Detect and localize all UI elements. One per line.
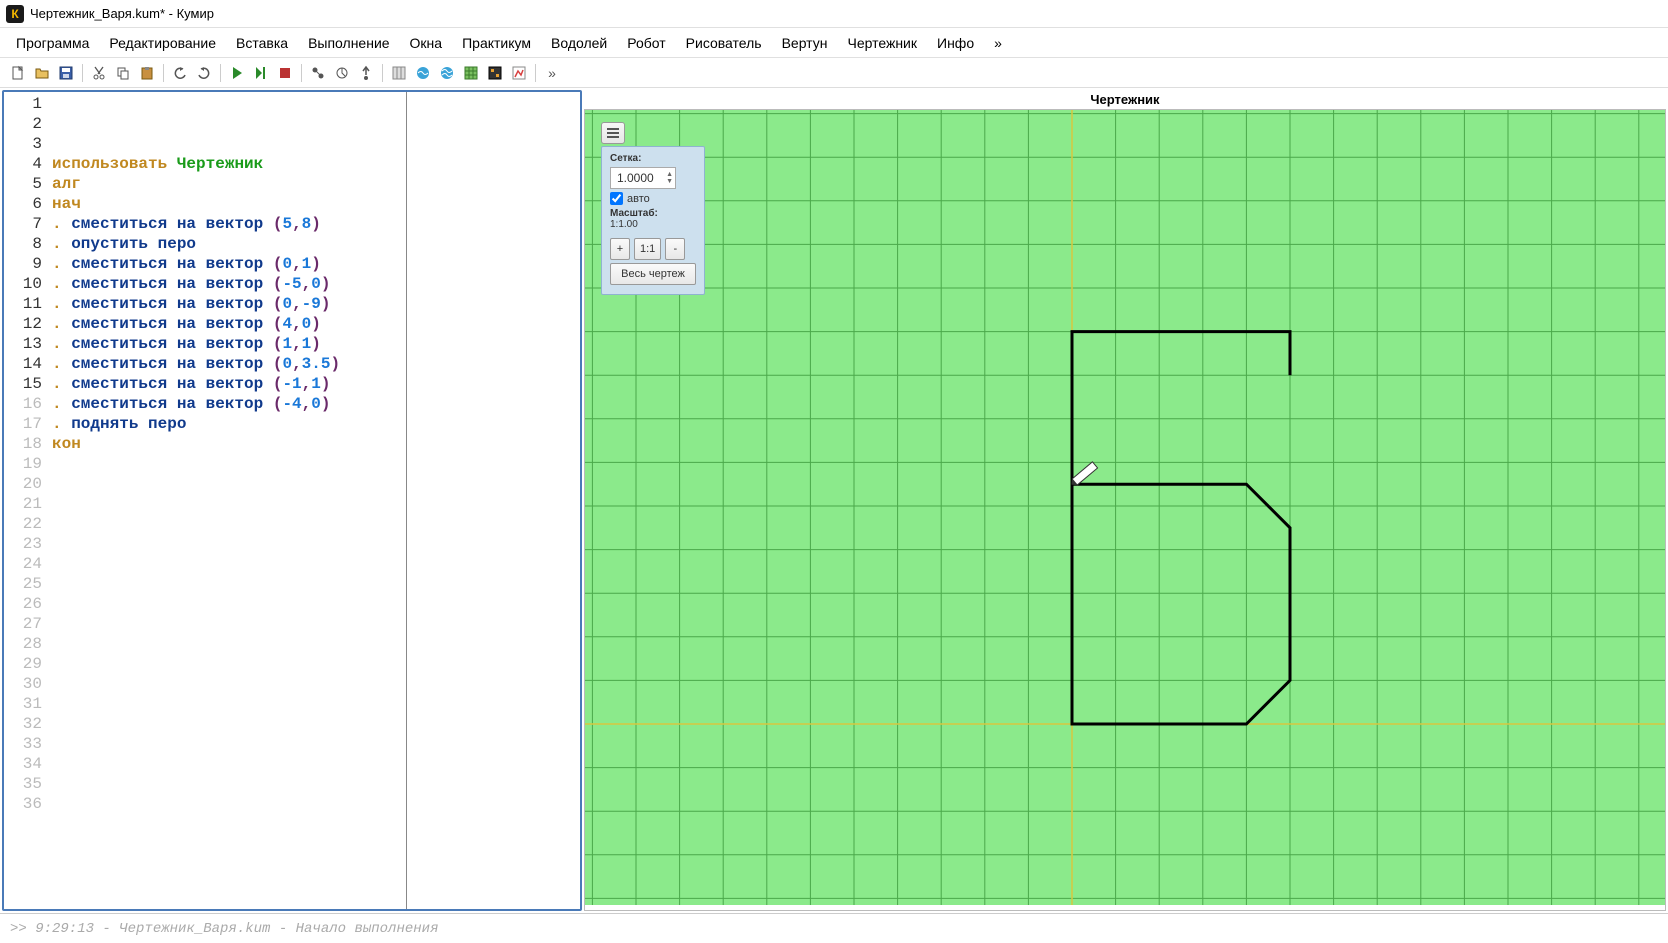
new-file-icon[interactable] bbox=[8, 63, 28, 83]
module-icon-6[interactable] bbox=[509, 63, 529, 83]
menu-водолей[interactable]: Водолей bbox=[543, 32, 615, 54]
code-text[interactable]: использовать Чертежникалгнач. сместиться… bbox=[48, 92, 580, 909]
grid-label: Сетка: bbox=[610, 153, 696, 164]
menu-редактирование[interactable]: Редактирование bbox=[101, 32, 224, 54]
run-icon[interactable] bbox=[227, 63, 247, 83]
control-panel: Сетка: 1.0000 ▲▼ авто Масштаб: 1:1.00 bbox=[601, 146, 705, 295]
menu-чертежник[interactable]: Чертежник bbox=[839, 32, 925, 54]
paste-icon[interactable] bbox=[137, 63, 157, 83]
copy-icon[interactable] bbox=[113, 63, 133, 83]
cut-icon[interactable] bbox=[89, 63, 109, 83]
scale-label: Масштаб: bbox=[610, 208, 696, 219]
menu-рисователь[interactable]: Рисователь bbox=[678, 32, 770, 54]
module-icon-4[interactable] bbox=[461, 63, 481, 83]
scale-value: 1:1.00 bbox=[610, 219, 696, 230]
open-file-icon[interactable] bbox=[32, 63, 52, 83]
status-bar: >> 9:29:13 - Чертежник_Варя.kum - Начало… bbox=[0, 913, 1668, 943]
drawing-canvas[interactable]: Сетка: 1.0000 ▲▼ авто Масштаб: 1:1.00 bbox=[584, 109, 1666, 911]
menu-практикум[interactable]: Практикум bbox=[454, 32, 539, 54]
menu-вертун[interactable]: Вертун bbox=[774, 32, 836, 54]
margin-line bbox=[406, 92, 407, 909]
code-editor[interactable]: 1234567891011121314151617181920212223242… bbox=[2, 90, 582, 911]
zoom-in-button[interactable]: + bbox=[610, 238, 630, 260]
grid-spinner[interactable]: 1.0000 ▲▼ bbox=[610, 167, 676, 189]
window-title: Чертежник_Варя.kum* - Кумир bbox=[30, 6, 214, 21]
canvas-controls: Сетка: 1.0000 ▲▼ авто Масштаб: 1:1.00 bbox=[601, 122, 705, 295]
menu-вставка[interactable]: Вставка bbox=[228, 32, 296, 54]
module-icon-2[interactable] bbox=[413, 63, 433, 83]
menu-робот[interactable]: Робот bbox=[619, 32, 673, 54]
actor-icon-3[interactable] bbox=[356, 63, 376, 83]
auto-label[interactable]: авто bbox=[627, 193, 650, 205]
auto-checkbox[interactable] bbox=[610, 192, 623, 205]
menu-выполнение[interactable]: Выполнение bbox=[300, 32, 397, 54]
menu-инфо[interactable]: Инфо bbox=[929, 32, 982, 54]
zoom-out-button[interactable]: - bbox=[665, 238, 685, 260]
menu-программа[interactable]: Программа bbox=[8, 32, 97, 54]
line-gutter: 1234567891011121314151617181920212223242… bbox=[4, 92, 48, 909]
step-icon[interactable] bbox=[251, 63, 271, 83]
toolbar-overflow[interactable]: » bbox=[542, 63, 562, 83]
hamburger-icon[interactable] bbox=[601, 122, 625, 144]
toolbar: » bbox=[0, 58, 1668, 88]
save-file-icon[interactable] bbox=[56, 63, 76, 83]
redo-icon[interactable] bbox=[194, 63, 214, 83]
actor-icon-2[interactable] bbox=[332, 63, 352, 83]
module-icon-5[interactable] bbox=[485, 63, 505, 83]
fit-button[interactable]: Весь чертеж bbox=[610, 263, 696, 285]
undo-icon[interactable] bbox=[170, 63, 190, 83]
menu-»[interactable]: » bbox=[986, 32, 1010, 54]
titlebar: К Чертежник_Варя.kum* - Кумир bbox=[0, 0, 1668, 28]
canvas-svg bbox=[585, 110, 1665, 905]
zoom-reset-button[interactable]: 1:1 bbox=[634, 238, 661, 260]
module-icon-3[interactable] bbox=[437, 63, 457, 83]
actor-icon-1[interactable] bbox=[308, 63, 328, 83]
module-icon-1[interactable] bbox=[389, 63, 409, 83]
menubar: ПрограммаРедактированиеВставкаВыполнение… bbox=[0, 28, 1668, 58]
stop-icon[interactable] bbox=[275, 63, 295, 83]
menu-окна[interactable]: Окна bbox=[402, 32, 451, 54]
canvas-title: Чертежник bbox=[584, 90, 1666, 109]
app-icon: К bbox=[6, 5, 24, 23]
